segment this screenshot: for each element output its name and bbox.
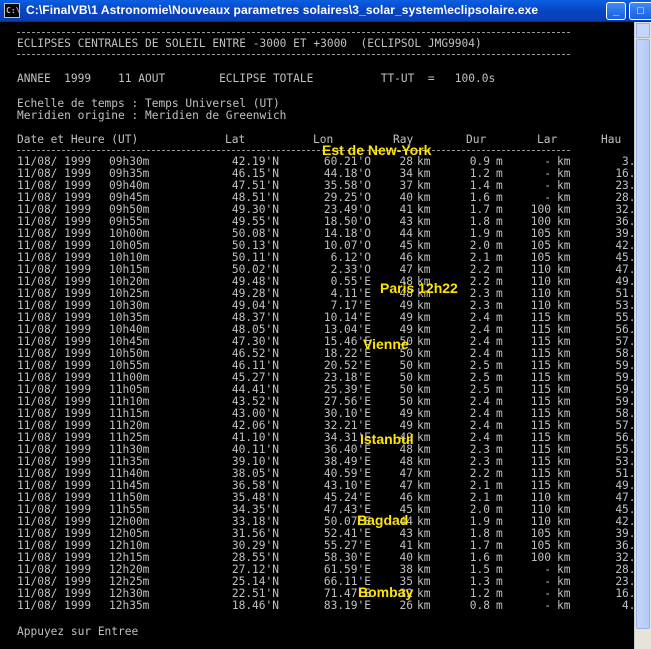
row-time: 12h35m (109, 599, 150, 612)
separator-line (17, 150, 570, 151)
row-longitude: 83.19'E (323, 599, 371, 612)
program-heading: ECLIPSES CENTRALES DE SOLEIL ENTRE -3000… (17, 37, 482, 50)
city-label-paris: Paris 12h22 (380, 280, 458, 296)
scroll-up-arrow-icon[interactable] (636, 23, 650, 38)
city-label-new-york: Est de New-York (322, 142, 432, 158)
city-label-vienne: Vienne (363, 336, 409, 352)
window-title: C:\FinalVB\1 Astronomie\Nouveaux paramet… (26, 3, 539, 17)
separator-line (17, 54, 570, 55)
scrollbar-thumb[interactable] (636, 39, 650, 629)
city-label-istanbul: Istanbul (360, 431, 414, 447)
city-label-bagdad: Bagdad (357, 512, 409, 528)
row-altitude: 4.2d (622, 599, 634, 612)
minimize-button[interactable]: _ (606, 2, 626, 20)
row-date: 11/08/ 1999 (17, 599, 92, 612)
row-ray-unit: km (417, 599, 431, 612)
column-header-dur: Dur (466, 133, 487, 146)
row-ray: 26 (399, 599, 413, 612)
console-output[interactable]: ECLIPSES CENTRALES DE SOLEIL ENTRE -3000… (0, 22, 634, 649)
column-header-date: Date et Heure (UT) (17, 133, 139, 146)
column-header-lat: Lat (225, 133, 246, 146)
column-header-lar: Lar (537, 133, 558, 146)
column-header-hau: Hau (601, 133, 622, 146)
press-enter-prompt: Appuyez sur Entree (17, 625, 139, 638)
row-duration: 0.8 (469, 599, 490, 612)
row-duration-unit: m (496, 599, 503, 612)
meridian-line: Meridien origine : Meridien de Greenwich (17, 109, 287, 122)
row-latitude: 18.46'N (231, 599, 279, 612)
window-title-bar[interactable]: C:\ C:\FinalVB\1 Astronomie\Nouveaux par… (0, 0, 651, 22)
console-app-icon[interactable]: C:\ (4, 3, 20, 18)
eclipse-info-line: ANNEE 1999 11 AOUT ECLIPSE TOTALE TT-UT … (17, 72, 496, 85)
row-width-unit: km (557, 599, 571, 612)
table-row: 11/08/ 1999 12h35m 18.46'N 83.19'E 26 km 0.8 m -… (17, 600, 634, 612)
row-width: - (544, 599, 551, 612)
separator-line (17, 32, 570, 33)
vertical-scrollbar[interactable] (634, 22, 651, 649)
city-label-bombay: Bombay (358, 584, 414, 600)
maximize-button[interactable]: □ (629, 2, 651, 20)
